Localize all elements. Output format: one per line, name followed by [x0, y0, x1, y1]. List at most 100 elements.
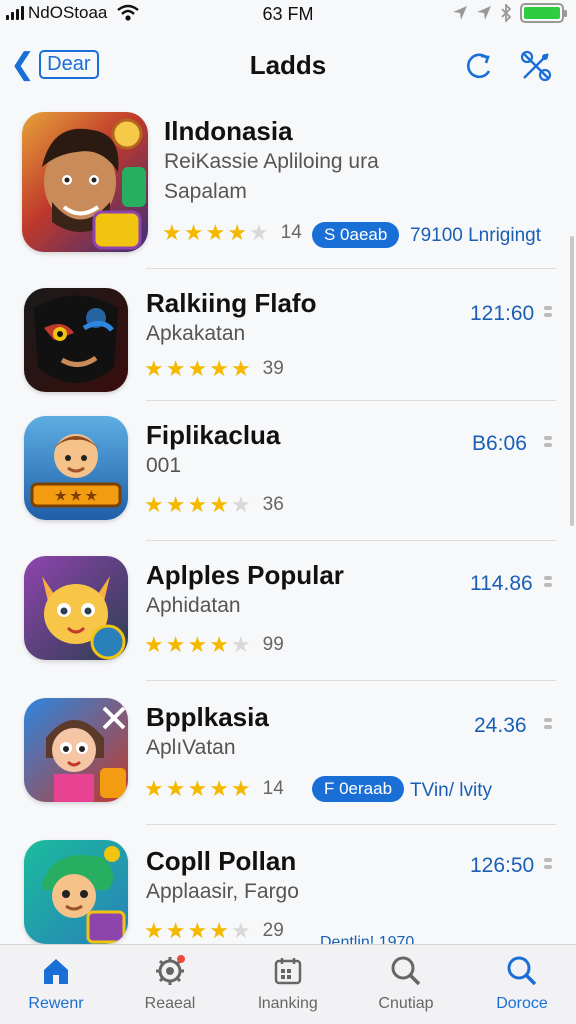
- app-subtitle: Sapalam: [164, 180, 247, 203]
- tools-icon: [520, 50, 552, 82]
- star-icon: ★: [183, 220, 204, 245]
- star-icon: ★: [187, 776, 208, 801]
- star-rating: ★ ★ ★ ★ ★ 39: [144, 356, 284, 382]
- star-icon: ★: [144, 632, 164, 657]
- app-name: Bpplkasia: [146, 702, 269, 732]
- refresh-button[interactable]: [458, 48, 498, 84]
- app-subtitle: AplıVatan: [146, 736, 236, 759]
- tools-button[interactable]: [516, 48, 556, 84]
- gear-icon: [120, 953, 220, 989]
- tab-ranking[interactable]: lnanking: [238, 953, 338, 1021]
- rating-count: 99: [262, 634, 284, 655]
- kid-adventure-icon[interactable]: ★ ★ ★: [24, 416, 128, 520]
- app-extra-info: TVin/ lvity: [410, 780, 493, 801]
- more-options-icon[interactable]: [544, 858, 554, 869]
- battery-icon: [520, 3, 567, 23]
- star-rating: ★ ★ ★ ★ ★ 29: [144, 918, 284, 944]
- star-icon: ★: [230, 492, 251, 517]
- list-item[interactable]: Ilndonasia ReiKassie Apliloing ura Sapal…: [0, 104, 576, 264]
- divider: [146, 824, 556, 825]
- rating-count: 39: [262, 358, 284, 379]
- location-icon: [477, 6, 491, 20]
- app-size: 114.86: [470, 572, 533, 595]
- star-icon: ★: [227, 220, 247, 245]
- star-rating: ★ ★ ★ ★ ★ 14: [144, 776, 284, 802]
- app-name: Fiplikaclua: [146, 420, 281, 450]
- divider: [146, 400, 556, 401]
- star-icon: ★: [209, 776, 229, 801]
- get-button[interactable]: F 0eraab: [312, 776, 405, 802]
- star-icon: ★: [144, 492, 164, 517]
- tab-bar: Rewenr Reaeal lnanking Cnutiap Doroce: [0, 944, 576, 1024]
- tab-home[interactable]: Rewenr: [6, 953, 106, 1021]
- list-item[interactable]: Bpplkasia AplıVatan ★ ★ ★ ★ ★ 14 F 0eraab TVi…: [0, 688, 576, 828]
- status-right: [452, 3, 567, 23]
- list-item[interactable]: Aplples Popular Aphidatan ★ ★ ★ ★ ★ 99 114.86: [0, 546, 576, 676]
- tab-label: Reaeal: [144, 995, 196, 1012]
- star-icon: ★: [230, 356, 251, 381]
- app-name: Ilndonasia: [164, 116, 293, 146]
- star-icon: ★: [209, 632, 229, 657]
- bluetooth-icon: [501, 4, 512, 22]
- star-icon: ★: [248, 220, 269, 245]
- tab-label: Cnutiap: [378, 995, 434, 1012]
- star-icon: ★: [144, 356, 164, 381]
- rating-count: 14: [280, 222, 302, 243]
- star-icon: ★: [165, 632, 186, 657]
- tab-settings[interactable]: Reaeal: [120, 953, 220, 1021]
- refresh-icon: [467, 53, 491, 79]
- tab-label: Rewenr: [28, 995, 84, 1012]
- star-rating: ★ ★ ★ ★ ★ 99: [144, 632, 284, 658]
- star-icon: ★: [165, 918, 186, 943]
- app-name: Ralkiing Flafo: [146, 288, 317, 318]
- app-subtitle: Apkakatan: [146, 322, 246, 345]
- scrollbar[interactable]: [570, 236, 574, 526]
- star-icon: ★: [230, 918, 251, 943]
- navigation-bar: ❮ Dear Ladds: [0, 38, 576, 94]
- star-icon: ★: [165, 492, 186, 517]
- rating-count: 36: [262, 494, 284, 515]
- star-icon: ★: [209, 492, 229, 517]
- dark-mask-icon[interactable]: [24, 288, 128, 392]
- app-name: Copll Pollan: [146, 846, 297, 876]
- tab-search[interactable]: Cnutiap: [356, 953, 456, 1021]
- status-bar: NdOStoaa 63 FM: [0, 0, 576, 28]
- star-icon: ★: [144, 776, 164, 801]
- search-icon: [472, 953, 572, 989]
- get-button[interactable]: S 0aeab: [312, 222, 400, 248]
- tab-discover[interactable]: Doroce: [472, 953, 572, 1021]
- star-icon: ★: [209, 356, 229, 381]
- app-size: 126:50: [470, 854, 535, 877]
- star-icon: ★: [209, 918, 229, 943]
- star-icon: ★: [230, 632, 251, 657]
- divider: [146, 540, 556, 541]
- star-icon: ★: [205, 220, 226, 245]
- home-icon: [6, 953, 106, 989]
- list-item[interactable]: ★ ★ ★ Fiplikaclua 001 ★ ★ ★ ★ ★ 36 B6:06: [0, 406, 576, 536]
- app-subtitle: ReiKassie Apliloing ura: [164, 150, 379, 173]
- more-options-icon[interactable]: [544, 306, 554, 317]
- star-icon: ★: [230, 776, 251, 801]
- rating-count: 29: [262, 920, 284, 941]
- star-icon: ★: [165, 776, 186, 801]
- app-size: 121:60: [470, 302, 535, 325]
- more-options-icon[interactable]: [544, 718, 554, 729]
- hero-game-icon[interactable]: [22, 112, 148, 252]
- divider: [146, 680, 556, 681]
- star-rating: ★ ★ ★ ★ ★ 14: [162, 220, 302, 246]
- star-icon: ★: [144, 918, 164, 943]
- fox-character-icon[interactable]: [24, 556, 128, 660]
- list-item[interactable]: Copll Pollan Applaasir, Fargo ★ ★ ★ ★ ★ 29 12…: [0, 832, 576, 951]
- more-options-icon[interactable]: [544, 576, 554, 587]
- star-icon: ★: [187, 632, 208, 657]
- star-rating: ★ ★ ★ ★ ★ 36: [144, 492, 284, 518]
- app-subtitle: Aphidatan: [146, 594, 241, 617]
- tab-label: lnanking: [258, 995, 318, 1012]
- cartoon-girl-icon[interactable]: [24, 698, 128, 802]
- app-name: Aplples Popular: [146, 560, 344, 590]
- star-icon: ★: [187, 918, 208, 943]
- app-extra-info: 79100 Lnrigingt: [410, 225, 541, 246]
- more-options-icon[interactable]: [544, 436, 554, 447]
- green-hair-boy-icon[interactable]: [24, 840, 128, 944]
- list-item[interactable]: Ralkiing Flafo Apkakatan ★ ★ ★ ★ ★ 39 121:60: [0, 274, 576, 404]
